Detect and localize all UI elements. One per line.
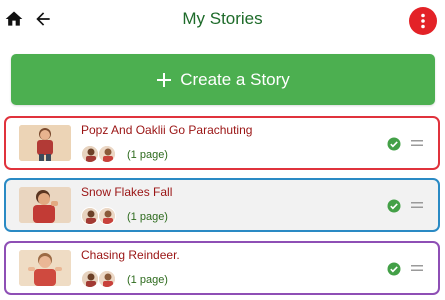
create-story-label: Create a Story: [180, 69, 290, 89]
plus-icon: [157, 72, 172, 87]
create-story-button[interactable]: Create a Story: [11, 54, 435, 105]
avatar: [81, 207, 99, 225]
story-thumbnail: [19, 125, 71, 161]
character-avatars: [81, 145, 121, 165]
avatar: [98, 207, 116, 225]
story-card[interactable]: Snow Flakes Fall (1 page): [4, 178, 440, 232]
story-title: Popz And Oaklii Go Parachuting: [81, 123, 253, 137]
more-menu-button[interactable]: [409, 7, 437, 35]
drag-handle-icon[interactable]: [411, 263, 423, 273]
story-card[interactable]: Chasing Reindeer. (1 page): [4, 241, 440, 295]
page-title: My Stories: [182, 9, 263, 28]
avatar: [81, 270, 99, 288]
check-circle-icon: [387, 262, 401, 276]
story-title: Chasing Reindeer.: [81, 248, 180, 262]
story-thumbnail: [19, 187, 71, 223]
avatar: [81, 145, 99, 163]
character-avatars: [81, 270, 121, 290]
check-circle-icon: [387, 137, 401, 151]
avatar: [98, 270, 116, 288]
story-title: Snow Flakes Fall: [81, 185, 173, 199]
character-avatars: [81, 207, 121, 227]
page-count: (1 page): [127, 149, 168, 161]
story-card[interactable]: Popz And Oaklii Go Parachuting (1 page): [4, 116, 440, 170]
top-bar: My Stories: [0, 0, 445, 40]
story-thumbnail: [19, 250, 71, 286]
more-vertical-icon: [421, 13, 425, 29]
drag-handle-icon[interactable]: [411, 138, 423, 148]
avatar: [98, 145, 116, 163]
check-circle-icon: [387, 199, 401, 213]
page-count: (1 page): [127, 211, 168, 223]
drag-handle-icon[interactable]: [411, 200, 423, 210]
page-count: (1 page): [127, 274, 168, 286]
my-stories-screen: My Stories Create a Story Popz And Oakli…: [0, 0, 445, 300]
